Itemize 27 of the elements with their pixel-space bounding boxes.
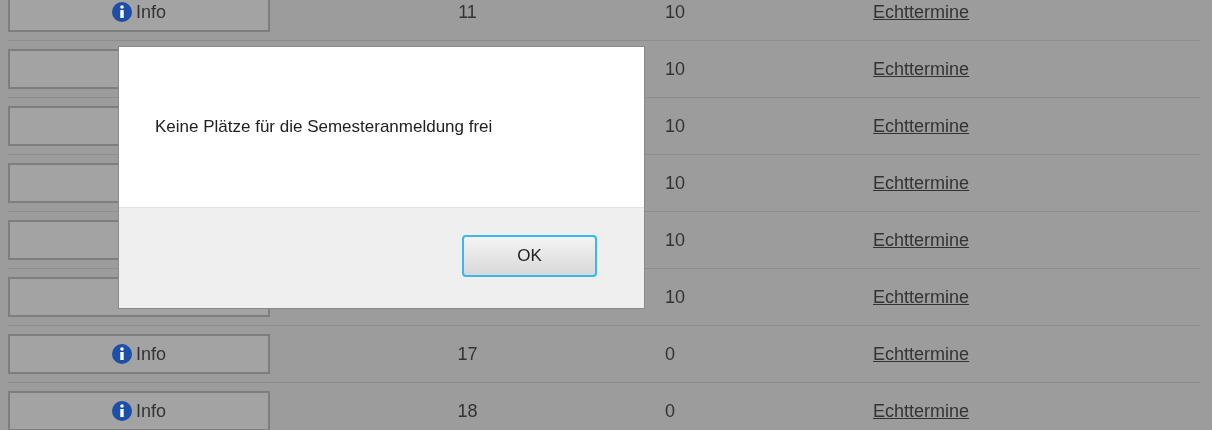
info-button[interactable]: Info <box>8 0 270 32</box>
ok-button[interactable]: OK <box>462 235 597 277</box>
echttermine-link[interactable]: Echttermine <box>873 340 970 368</box>
echttermine-link[interactable]: Echttermine <box>873 55 970 83</box>
table-cell: 18 <box>457 400 478 421</box>
table-cell: 17 <box>457 343 478 364</box>
echttermine-link[interactable]: Echttermine <box>873 226 970 254</box>
table-cell: 10 <box>665 229 686 250</box>
echttermine-link[interactable]: Echttermine <box>873 283 970 311</box>
info-button[interactable]: Info <box>8 391 270 430</box>
table-cell: 0 <box>665 343 675 364</box>
table-cell: 10 <box>665 172 686 193</box>
table-cell: 10 <box>665 115 686 136</box>
info-icon <box>112 2 132 22</box>
echttermine-link[interactable]: Echttermine <box>873 112 970 140</box>
info-icon <box>112 344 132 364</box>
table-cell: 10 <box>665 58 686 79</box>
dialog-message: Keine Plätze für die Semesteranmeldung frei <box>155 116 493 139</box>
echttermine-link[interactable]: Echttermine <box>873 397 970 425</box>
info-button[interactable]: Info <box>8 334 270 374</box>
echttermine-link[interactable]: Echttermine <box>873 169 970 197</box>
info-icon <box>112 401 132 421</box>
echttermine-link[interactable]: Echttermine <box>873 0 970 26</box>
table-cell: 10 <box>665 1 686 22</box>
table-cell: 10 <box>665 286 686 307</box>
table-cell: 0 <box>665 400 675 421</box>
table-cell: 11 <box>458 1 477 22</box>
